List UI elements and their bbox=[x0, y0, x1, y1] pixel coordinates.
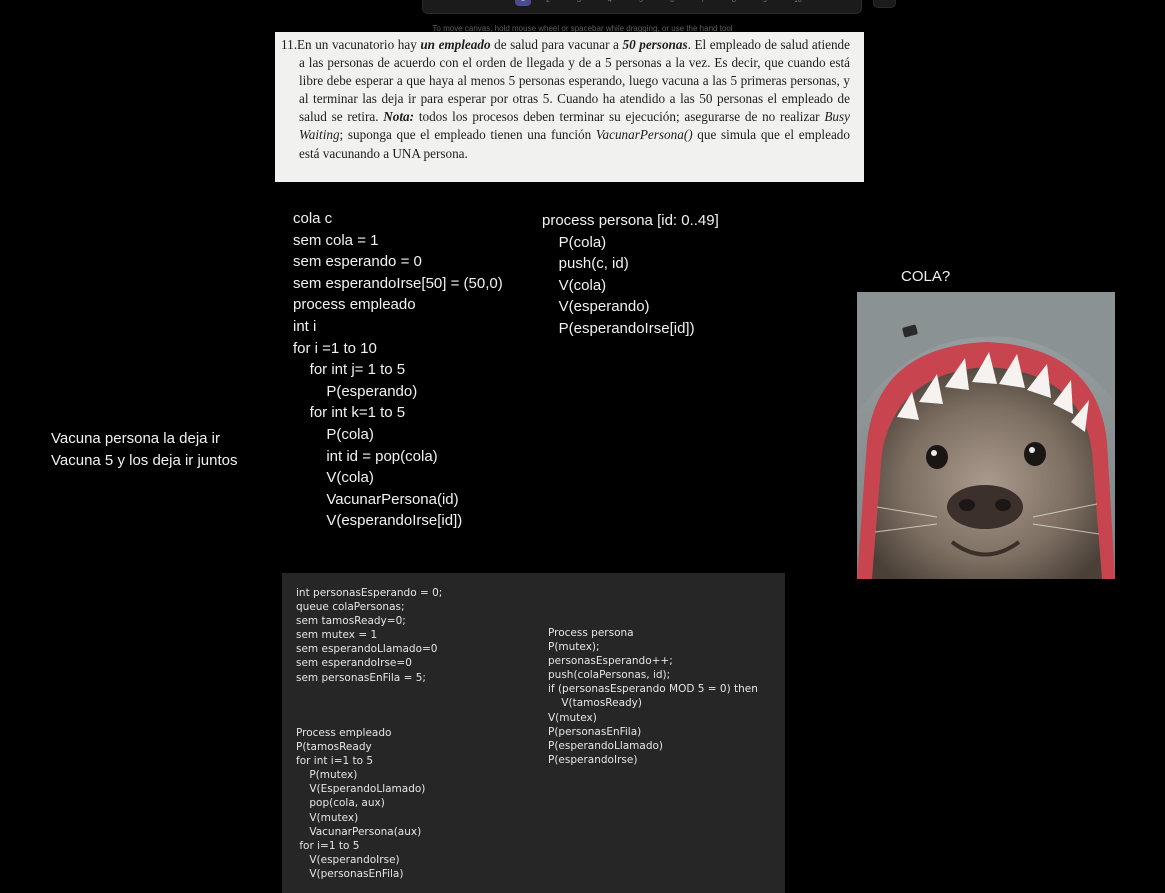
problem-text: 11.En un vacunatorio hay bbox=[281, 37, 421, 52]
code-line: P(esperando) bbox=[293, 382, 418, 400]
code-line: sem mutex = 1 bbox=[296, 629, 378, 642]
code-line: cola c bbox=[293, 210, 333, 227]
page-tab-5[interactable]: 5 bbox=[639, 0, 643, 4]
code-line: Process empleado bbox=[296, 727, 392, 739]
problem-emphasis: 50 personas bbox=[622, 37, 688, 52]
code-line: personasEsperando++; bbox=[548, 655, 673, 668]
problem-text: ; suponga que el empleado tienen una fun… bbox=[339, 127, 596, 143]
code-line: process persona [id: 0..49] bbox=[542, 212, 719, 229]
problem-text: todos los procesos deben terminar su eje… bbox=[414, 109, 825, 125]
code-line: sem esperando = 0 bbox=[293, 253, 422, 271]
code-line: int personasEsperando = 0; bbox=[296, 587, 443, 599]
toolbar-menu-button[interactable] bbox=[873, 0, 896, 8]
code-line: V(cola) bbox=[542, 276, 607, 294]
code-line: P(tamosReady bbox=[296, 741, 372, 754]
page-tabs: 1 2 3 4 5 6 7 8 9 10 bbox=[423, 0, 861, 13]
cola-label: COLA? bbox=[901, 268, 951, 285]
page-tab-4[interactable]: 4 bbox=[608, 0, 612, 4]
page-tab-1[interactable]: 1 bbox=[515, 0, 531, 6]
page-tab-6[interactable]: 6 bbox=[670, 0, 674, 4]
problem-note-label: Nota: bbox=[383, 109, 415, 125]
code-line: for i =1 to 10 bbox=[293, 339, 377, 357]
page-tab-7[interactable]: 7 bbox=[701, 0, 705, 4]
code-line: VacunarPersona(id) bbox=[293, 490, 459, 508]
page-tab-8[interactable]: 8 bbox=[732, 0, 736, 4]
code-line: V(EsperandoLlamado) bbox=[296, 783, 426, 796]
code-line: P(cola) bbox=[293, 425, 374, 443]
code-line: if (personasEsperando MOD 5 = 0) then bbox=[548, 683, 758, 696]
code-line: Process persona bbox=[548, 627, 634, 639]
code-line: int id = pop(cola) bbox=[293, 447, 438, 465]
code-line: V(esperandoIrse) bbox=[296, 853, 400, 866]
code-line: P(personasEnFila) bbox=[548, 725, 642, 738]
code-line: V(tamosReady) bbox=[548, 697, 642, 710]
code-line: V(mutex) bbox=[296, 811, 359, 824]
code-line: sem esperandoIrse[50] = (50,0) bbox=[293, 274, 503, 292]
page-tab-9[interactable]: 9 bbox=[763, 0, 767, 4]
code-line: queue colaPersonas; bbox=[296, 601, 405, 614]
code-line: P(esperandoIrse) bbox=[548, 753, 638, 766]
code-line: P(esperandoLlamado) bbox=[548, 739, 664, 752]
code-line: for i=1 to 5 bbox=[296, 839, 360, 852]
page-toolbar: 1 2 3 4 5 6 7 8 9 10 bbox=[422, 0, 862, 14]
code-line: sem personasEnFila = 5; bbox=[296, 671, 426, 684]
persona-notes: process persona [id: 0..49] P(cola) push… bbox=[542, 210, 719, 340]
code-line: V(cola) bbox=[293, 469, 374, 487]
code-line: V(esperando) bbox=[542, 298, 650, 316]
side-note-line: Vacuna persona la deja ir bbox=[51, 430, 220, 447]
code-line: int i bbox=[293, 317, 317, 335]
code-line: sem esperandoLlamado=0 bbox=[296, 643, 438, 656]
code-line: for int i=1 to 5 bbox=[296, 755, 374, 768]
empleado-code: Process empleado P(tamosReady for int i=1 … bbox=[296, 726, 425, 881]
persona-code: Process persona P(mutex); personasEsperand… bbox=[548, 626, 758, 767]
code-line: P(esperandoIrse[id]) bbox=[542, 319, 695, 337]
code-line: for int j= 1 to 5 bbox=[293, 361, 406, 379]
problem-function: VacunarPersona() bbox=[595, 127, 693, 143]
code-line: sem tamosReady=0; bbox=[296, 615, 406, 628]
code-line: pop(cola, aux) bbox=[296, 797, 385, 810]
code-line: sem esperandoIrse=0 bbox=[296, 657, 412, 670]
code-line: for int k=1 to 5 bbox=[293, 404, 406, 422]
code-line: sem cola = 1 bbox=[293, 231, 379, 249]
code-line: push(colaPersonas, id); bbox=[548, 669, 671, 682]
problem-emphasis: un empleado bbox=[420, 37, 491, 52]
page-tab-2[interactable]: 2 bbox=[546, 0, 550, 4]
page-tab-10[interactable]: 10 bbox=[794, 0, 802, 4]
problem-text: de salud para vacunar a bbox=[490, 37, 623, 52]
page-tab-3[interactable]: 3 bbox=[577, 0, 581, 4]
empleado-notes: cola c sem cola = 1 sem esperando = 0 sem e… bbox=[293, 208, 503, 532]
problem-statement: 11.En un vacunatorio hay un empleado de … bbox=[275, 32, 864, 182]
code-line: V(esperandoIrse[id]) bbox=[293, 512, 463, 530]
code-line: P(mutex) bbox=[296, 769, 358, 782]
code-line: VacunarPersona(aux) bbox=[296, 825, 422, 838]
code-panel: int personasEsperando = 0; queue colaPers… bbox=[282, 573, 785, 893]
code-line: P(cola) bbox=[542, 233, 607, 251]
otter-shark-photo bbox=[857, 292, 1115, 579]
code-line: V(mutex) bbox=[548, 711, 597, 724]
code-line: process empleado bbox=[293, 296, 416, 314]
side-note-line: Vacuna 5 y los deja ir juntos bbox=[51, 452, 238, 469]
code-line: push(c, id) bbox=[542, 255, 629, 273]
side-notes: Vacuna persona la deja ir Vacuna 5 y los… bbox=[51, 428, 238, 472]
code-line: V(personasEnFila) bbox=[296, 867, 404, 880]
declarations-code: int personasEsperando = 0; queue colaPers… bbox=[296, 586, 442, 685]
code-line: P(mutex); bbox=[548, 641, 600, 654]
